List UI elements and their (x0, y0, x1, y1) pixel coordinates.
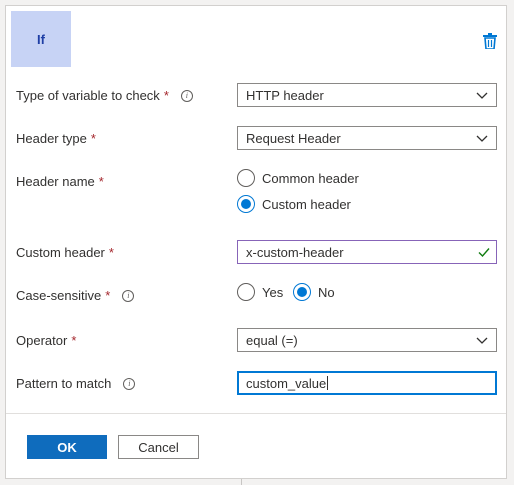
ok-button-label: OK (57, 439, 77, 455)
header-type-text: Header type (16, 131, 87, 146)
radio-button[interactable] (237, 169, 255, 187)
cancel-button[interactable]: Cancel (118, 435, 199, 459)
cancel-button-label: Cancel (138, 439, 179, 455)
case-sensitive-text: Case-sensitive (16, 288, 102, 303)
header-name-text: Header name (16, 174, 95, 189)
required-marker: * (108, 245, 114, 260)
chevron-down-icon (476, 92, 488, 99)
ok-button[interactable]: OK (27, 435, 107, 459)
case-sensitive-label: Case-sensitive * i (16, 288, 135, 303)
header-type-value: Request Header (246, 130, 341, 146)
custom-header-input[interactable]: x-custom-header (237, 240, 497, 264)
variable-type-label: Type of variable to check * i (16, 88, 193, 103)
variable-type-text: Type of variable to check (16, 88, 160, 103)
required-marker: * (105, 288, 111, 303)
pattern-label: Pattern to match i (16, 376, 136, 391)
radio-no[interactable]: No (293, 283, 335, 301)
radio-custom-header[interactable]: Custom header (237, 195, 351, 213)
header-name-label: Header name * (16, 174, 104, 189)
required-marker: * (163, 88, 169, 103)
condition-panel: If Type of variable to check * i HTTP he… (5, 5, 507, 479)
radio-button-selected[interactable] (293, 283, 311, 301)
operator-label: Operator * (16, 333, 76, 348)
custom-header-label: Custom header * (16, 245, 114, 260)
radio-common-header[interactable]: Common header (237, 169, 359, 187)
radio-yes[interactable]: Yes (237, 283, 283, 301)
variable-type-value: HTTP header (246, 87, 324, 103)
required-marker: * (90, 131, 96, 146)
info-icon[interactable]: i (180, 89, 193, 102)
custom-header-value: x-custom-header (246, 244, 344, 260)
info-icon[interactable]: i (122, 289, 135, 302)
if-tile-label: If (37, 31, 45, 47)
header-type-label: Header type * (16, 131, 96, 146)
footer-divider (6, 413, 506, 414)
required-marker: * (98, 174, 104, 189)
radio-button-selected[interactable] (237, 195, 255, 213)
text-caret (327, 376, 329, 390)
trash-icon[interactable] (483, 33, 497, 49)
chevron-down-icon (476, 337, 488, 344)
if-tile: If (11, 11, 71, 67)
variable-type-dropdown[interactable]: HTTP header (237, 83, 497, 107)
chevron-down-icon (476, 135, 488, 142)
radio-no-label: No (318, 284, 335, 300)
radio-common-header-label: Common header (262, 170, 359, 186)
pattern-value: custom_value (246, 375, 327, 391)
background-divider (241, 479, 242, 485)
radio-button[interactable] (237, 283, 255, 301)
required-marker: * (71, 333, 77, 348)
header-type-dropdown[interactable]: Request Header (237, 126, 497, 150)
operator-text: Operator (16, 333, 68, 348)
radio-yes-label: Yes (262, 284, 284, 300)
info-icon[interactable]: i (123, 377, 136, 390)
pattern-text: Pattern to match (16, 376, 112, 391)
operator-value: equal (=) (246, 332, 298, 348)
custom-header-text: Custom header (16, 245, 105, 260)
checkmark-icon (478, 248, 490, 258)
operator-dropdown[interactable]: equal (=) (237, 328, 497, 352)
pattern-input[interactable]: custom_value (237, 371, 497, 395)
radio-custom-header-label: Custom header (262, 196, 351, 212)
